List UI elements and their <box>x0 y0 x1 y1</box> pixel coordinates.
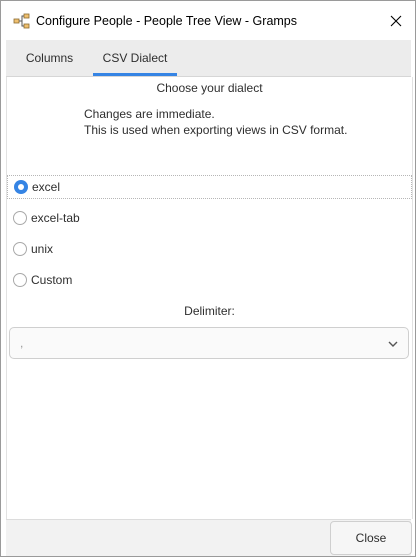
radio-button[interactable] <box>13 242 27 256</box>
close-icon[interactable] <box>383 9 409 33</box>
button-bar: Close <box>6 519 412 556</box>
panel-heading: Choose your dialect <box>156 81 263 95</box>
delimiter-combobox[interactable]: , <box>9 327 409 359</box>
tab-columns[interactable]: Columns <box>6 40 93 76</box>
radio-option-excel[interactable]: excel <box>7 175 412 199</box>
csv-dialect-panel: Choose your dialect Changes are immediat… <box>6 77 413 519</box>
radio-label: excel-tab <box>31 211 80 225</box>
radio-option-custom[interactable]: Custom <box>7 269 72 291</box>
tab-label: CSV Dialect <box>102 51 168 65</box>
radio-label: excel <box>32 180 61 194</box>
title-bar: Configure People - People Tree View - Gr… <box>1 1 415 40</box>
close-button[interactable]: Close <box>330 521 412 555</box>
radio-option-unix[interactable]: unix <box>7 238 53 260</box>
delimiter-value: , <box>20 336 24 350</box>
chevron-down-icon[interactable] <box>386 337 400 351</box>
radio-button[interactable] <box>14 180 28 194</box>
panel-description: Changes are immediate. This is used when… <box>84 106 347 138</box>
tab-bar: Columns CSV Dialect <box>6 40 411 77</box>
tab-label: Columns <box>25 51 74 65</box>
radio-button[interactable] <box>13 273 27 287</box>
radio-button[interactable] <box>13 211 27 225</box>
dialog-window: Configure People - People Tree View - Gr… <box>0 0 416 557</box>
description-line: This is used when exporting views in CSV… <box>84 123 348 137</box>
description-line: Changes are immediate. <box>84 107 215 121</box>
close-button-label: Close <box>355 531 387 545</box>
radio-label: unix <box>31 242 54 256</box>
radio-option-excel-tab[interactable]: excel-tab <box>7 207 80 229</box>
delimiter-label: Delimiter: <box>184 304 235 318</box>
active-tab-indicator <box>93 73 177 76</box>
window-title: Configure People - People Tree View - Gr… <box>36 14 298 28</box>
gramps-tree-icon <box>13 13 31 29</box>
tab-csv-dialect[interactable]: CSV Dialect <box>93 40 177 76</box>
radio-label: Custom <box>31 273 73 287</box>
